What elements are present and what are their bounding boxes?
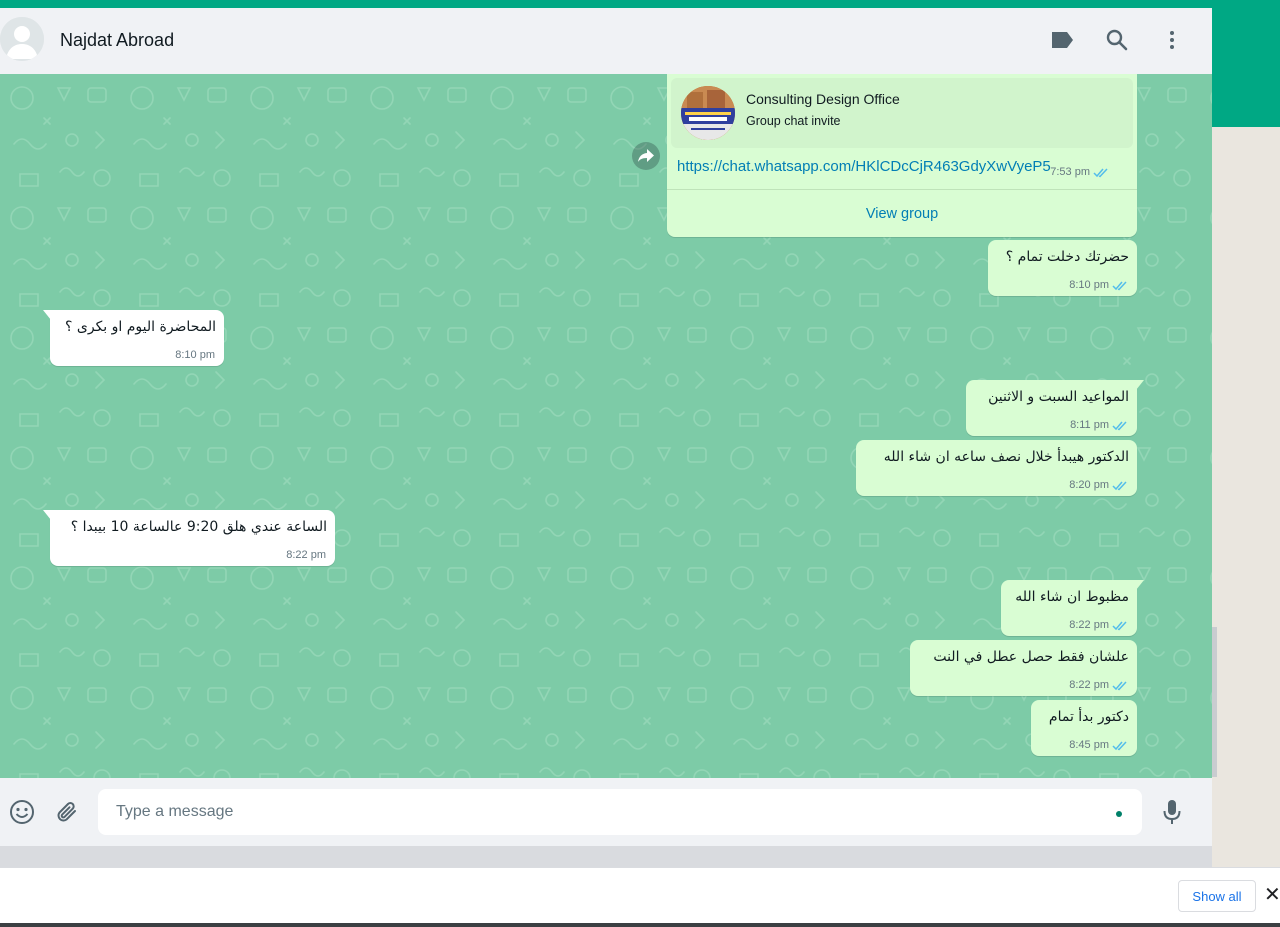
microphone-icon[interactable] — [1158, 798, 1186, 826]
message-bubble-outgoing[interactable]: دكتور بدأ تمام 8:45 pm — [1031, 700, 1137, 756]
message-time: 8:22 pm — [1069, 679, 1109, 691]
group-invite-card[interactable]: Consulting Design Office Group chat invi… — [671, 78, 1133, 148]
input-status-dot — [1116, 811, 1122, 817]
message-text: الساعة عندي هلق 9:20 عالساعة 10 بيبدا ؟ — [70, 519, 327, 535]
message-time: 8:20 pm — [1069, 479, 1109, 491]
message-bubble-incoming[interactable]: المحاضرة اليوم او بكرى ؟ 8:10 pm — [43, 310, 224, 366]
top-accent-bar — [0, 0, 1280, 8]
message-time: 8:10 pm — [1069, 279, 1109, 291]
message-text: المواعيد السبت و الاثنين — [988, 389, 1129, 405]
message-meta: 8:10 pm — [175, 349, 215, 361]
label-tag-icon[interactable] — [1048, 26, 1076, 54]
message-meta: 8:45 pm — [1069, 739, 1128, 751]
message-text: الدكتور هيبدأ خلال نصف ساعه ان شاء الله — [883, 449, 1129, 465]
message-bubble-outgoing[interactable]: علشان فقط حصل عطل في النت 8:22 pm — [910, 640, 1137, 696]
conversation-header[interactable]: Najdat Abroad — [0, 8, 1212, 74]
message-meta: 8:10 pm — [1069, 279, 1128, 291]
scroll-edge — [1212, 627, 1217, 777]
message-meta: 8:22 pm — [1069, 619, 1128, 631]
search-icon[interactable] — [1103, 26, 1131, 54]
message-text: دكتور بدأ تمام — [1048, 709, 1129, 725]
message-meta: 8:22 pm — [286, 549, 326, 561]
message-time: 8:22 pm — [286, 549, 326, 561]
view-group-button[interactable]: View group — [667, 190, 1137, 237]
bubble-tail — [1136, 580, 1144, 590]
double-check-icon — [1112, 420, 1127, 430]
message-time: 8:10 pm — [175, 349, 215, 361]
message-text: مظبوط ان شاء الله — [1015, 589, 1129, 605]
forward-button[interactable] — [632, 142, 660, 170]
message-text: حضرتك دخلت تمام ؟ — [1005, 249, 1129, 265]
message-meta: 7:53 pm — [1050, 166, 1109, 178]
group-invite-message[interactable]: Consulting Design Office Group chat invi… — [667, 74, 1137, 237]
message-meta: 8:11 pm — [1070, 419, 1128, 431]
right-side-panel — [1212, 127, 1280, 867]
invite-subtitle: Group chat invite — [746, 114, 841, 128]
double-check-icon — [1112, 680, 1127, 690]
contact-name[interactable]: Najdat Abroad — [60, 30, 174, 51]
more-vertical-icon[interactable] — [1158, 26, 1186, 54]
message-bubble-outgoing[interactable]: مظبوط ان شاء الله 8:22 pm — [1001, 580, 1144, 636]
browser-download-bar: Show all ✕ — [0, 867, 1280, 923]
whatsapp-conversation: Najdat Abroad Consulting Design Office G… — [0, 8, 1212, 846]
message-composer — [0, 778, 1212, 846]
message-time: 8:11 pm — [1070, 419, 1109, 431]
emoji-icon[interactable] — [8, 798, 36, 826]
message-bubble-outgoing[interactable]: المواعيد السبت و الاثنين 8:11 pm — [966, 380, 1144, 436]
invite-link[interactable]: https://chat.whatsapp.com/HKlCDcCjR463Gd… — [677, 158, 1051, 175]
message-input[interactable] — [98, 789, 1142, 835]
message-time: 8:45 pm — [1069, 739, 1109, 751]
double-check-icon — [1112, 480, 1127, 490]
message-time: 8:22 pm — [1069, 619, 1109, 631]
right-accent-panel — [1212, 0, 1280, 127]
message-meta: 8:22 pm — [1069, 679, 1128, 691]
show-all-button[interactable]: Show all — [1178, 880, 1256, 912]
group-avatar — [681, 86, 735, 140]
bubble-tail — [43, 310, 51, 320]
message-text: علشان فقط حصل عطل في النت — [933, 649, 1129, 665]
message-bubble-outgoing[interactable]: حضرتك دخلت تمام ؟ 8:10 pm — [988, 240, 1137, 296]
double-check-icon — [1112, 280, 1127, 290]
bubble-tail — [43, 510, 51, 520]
message-text: المحاضرة اليوم او بكرى ؟ — [65, 319, 216, 335]
group-name: Consulting Design Office — [746, 91, 900, 107]
double-check-icon — [1112, 740, 1127, 750]
message-time: 7:53 pm — [1050, 166, 1090, 178]
message-bubble-outgoing[interactable]: الدكتور هيبدأ خلال نصف ساعه ان شاء الله … — [856, 440, 1137, 496]
close-icon[interactable]: ✕ — [1264, 882, 1280, 906]
double-check-icon — [1112, 620, 1127, 630]
message-bubble-incoming[interactable]: الساعة عندي هلق 9:20 عالساعة 10 بيبدا ؟ … — [43, 510, 335, 566]
message-list[interactable]: Consulting Design Office Group chat invi… — [0, 74, 1212, 778]
paperclip-icon[interactable] — [53, 798, 81, 826]
bubble-tail — [1136, 380, 1144, 390]
forward-icon — [638, 149, 654, 162]
default-avatar-icon[interactable] — [0, 17, 44, 61]
message-meta: 8:20 pm — [1069, 479, 1128, 491]
double-check-icon — [1093, 167, 1108, 177]
taskbar-strip — [0, 923, 1280, 927]
